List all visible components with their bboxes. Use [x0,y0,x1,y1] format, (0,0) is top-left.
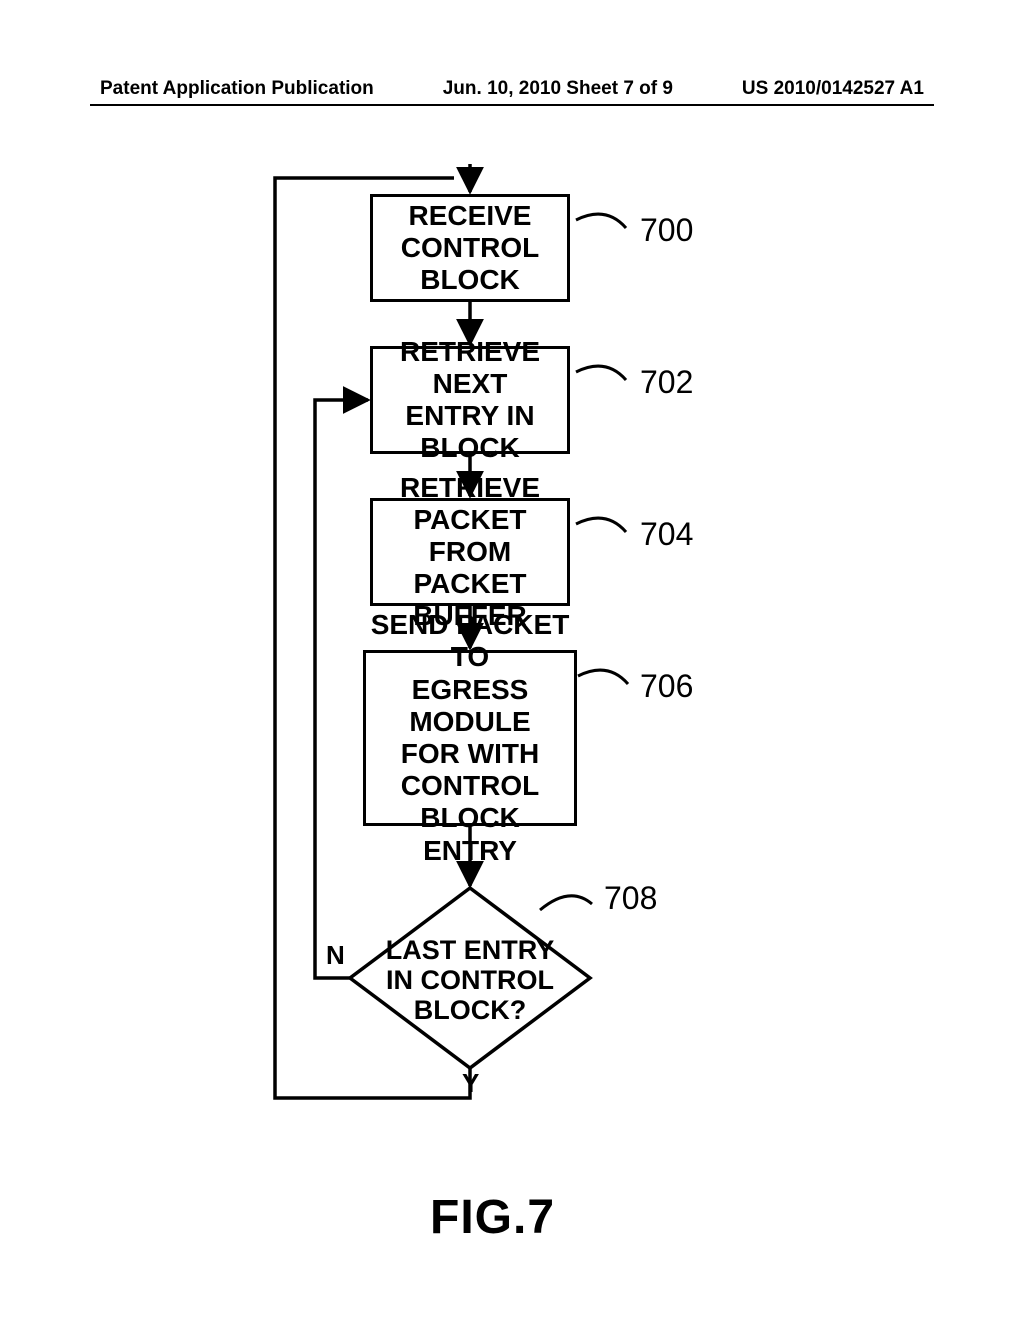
step-704-box: RETRIEVE PACKET FROM PACKET BUFFER [370,498,570,606]
figure-label: FIG.7 [430,1190,555,1245]
step-708-text: LAST ENTRY IN CONTROL BLOCK? [380,935,560,1026]
header-right: US 2010/0142527 A1 [742,78,924,100]
ref-704: 704 [640,516,693,553]
step-700-box: RECEIVE CONTROL BLOCK [370,194,570,302]
ref-708: 708 [604,880,657,917]
header-rule [90,104,934,106]
header-center: Jun. 10, 2010 Sheet 7 of 9 [443,78,673,100]
ref-702: 702 [640,364,693,401]
step-700-text: RECEIVE CONTROL BLOCK [401,200,539,297]
header-left: Patent Application Publication [100,78,374,100]
step-706-box: SEND PACKET TO EGRESS MODULE FOR WITH CO… [363,650,577,826]
ref-700: 700 [640,212,693,249]
step-702-box: RETRIEVE NEXT ENTRY IN BLOCK [370,346,570,454]
flowchart: RECEIVE CONTROL BLOCK RETRIEVE NEXT ENTR… [0,150,1024,1150]
ref-706: 706 [640,668,693,705]
branch-yes: Y [462,1068,479,1099]
branch-no: N [326,940,345,971]
step-706-text: SEND PACKET TO EGRESS MODULE FOR WITH CO… [370,609,570,867]
step-702-text: RETRIEVE NEXT ENTRY IN BLOCK [377,336,563,465]
